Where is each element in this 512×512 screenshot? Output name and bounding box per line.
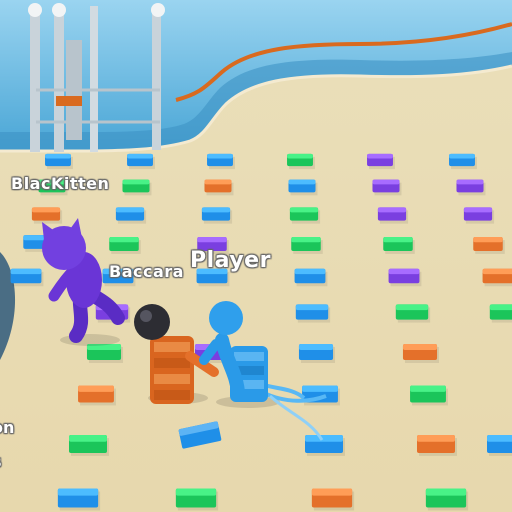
brick[interactable] — [311, 488, 355, 511]
brick[interactable] — [287, 153, 315, 170]
brick[interactable] — [45, 153, 73, 170]
brick[interactable] — [305, 435, 345, 456]
game-world[interactable] — [0, 0, 512, 512]
brick[interactable] — [201, 207, 233, 224]
brick[interactable] — [122, 179, 152, 196]
brick[interactable] — [57, 488, 101, 511]
brick[interactable] — [367, 153, 395, 170]
brick[interactable] — [207, 153, 235, 170]
brick[interactable] — [69, 435, 109, 456]
brick[interactable] — [402, 343, 440, 364]
brick[interactable] — [127, 153, 155, 170]
game-scene[interactable]: BlacKitten Baccara Player on s — [0, 0, 512, 512]
brick[interactable] — [395, 304, 431, 323]
brick[interactable] — [31, 207, 63, 224]
brick[interactable] — [302, 385, 340, 406]
brick[interactable] — [388, 268, 422, 287]
brick[interactable] — [102, 268, 136, 287]
brick[interactable] — [417, 435, 457, 456]
brick[interactable] — [294, 268, 328, 287]
brick[interactable] — [86, 343, 124, 364]
brick[interactable] — [291, 237, 323, 254]
brick[interactable] — [288, 179, 318, 196]
brick[interactable] — [372, 179, 402, 196]
brick[interactable] — [489, 304, 512, 323]
brick[interactable] — [175, 488, 219, 511]
brick[interactable] — [289, 207, 321, 224]
brick[interactable] — [298, 343, 336, 364]
brick[interactable] — [410, 385, 448, 406]
brick[interactable] — [78, 385, 116, 406]
brick[interactable] — [197, 237, 229, 254]
brick[interactable] — [204, 179, 234, 196]
brick[interactable] — [449, 153, 477, 170]
brick[interactable] — [456, 179, 486, 196]
brick[interactable] — [463, 207, 495, 224]
brick[interactable] — [10, 268, 44, 287]
brick[interactable] — [482, 268, 512, 287]
brick[interactable] — [115, 207, 147, 224]
brick[interactable] — [487, 435, 512, 456]
brick[interactable] — [38, 179, 68, 196]
brick[interactable] — [473, 237, 505, 254]
brick[interactable] — [377, 207, 409, 224]
brick[interactable] — [295, 304, 331, 323]
brick[interactable] — [383, 237, 415, 254]
brick[interactable] — [196, 268, 230, 287]
brick[interactable] — [425, 488, 469, 511]
brick[interactable] — [109, 237, 141, 254]
